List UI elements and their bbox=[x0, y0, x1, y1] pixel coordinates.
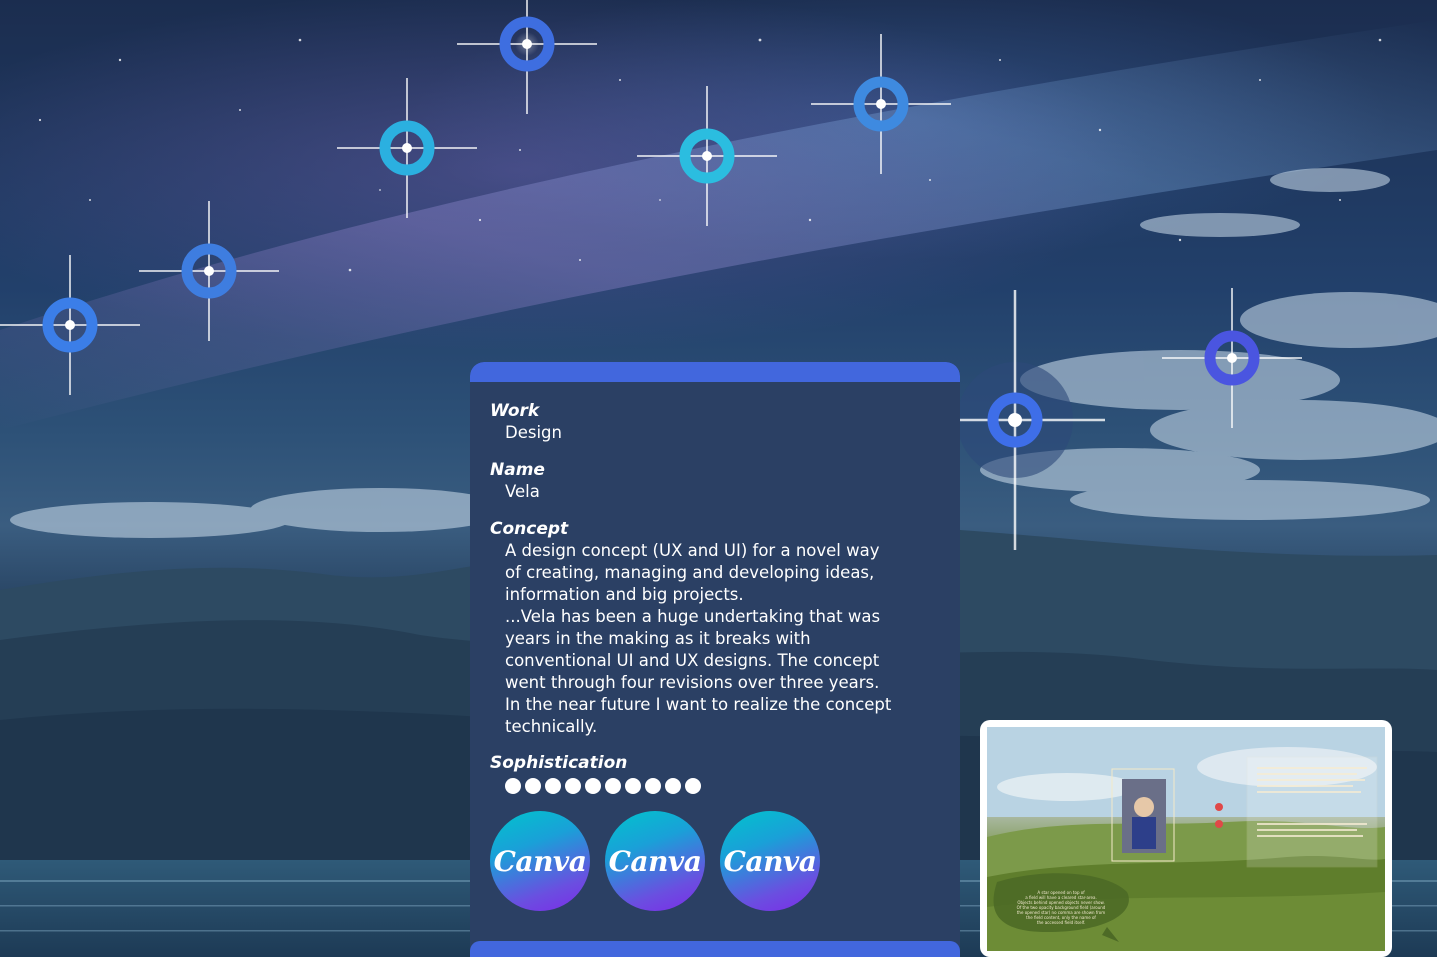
star-marker-3[interactable] bbox=[139, 201, 279, 341]
star-marker-4[interactable] bbox=[637, 86, 777, 226]
concept-label: Concept bbox=[490, 519, 569, 539]
sophistication-dot bbox=[645, 778, 661, 794]
canva-links: Canva Canva Canva bbox=[490, 811, 940, 911]
design-preview-thumbnail[interactable]: A star opened on top of a field will hav… bbox=[980, 720, 1392, 957]
project-info-card: Work Design Name Vela Concept A design c… bbox=[470, 362, 960, 957]
night-sky-background: Work Design Name Vela Concept A design c… bbox=[0, 0, 1437, 957]
sophistication-rating bbox=[505, 778, 940, 794]
work-label: Work bbox=[490, 401, 540, 421]
star-marker-2[interactable] bbox=[337, 78, 477, 218]
star-marker-6[interactable] bbox=[0, 255, 140, 395]
sophistication-label: Sophistication bbox=[490, 753, 628, 773]
preview-note-text: A star opened on top of a field will hav… bbox=[1016, 890, 1106, 925]
card-top-bar bbox=[470, 362, 960, 382]
canva-button-2[interactable]: Canva bbox=[605, 811, 705, 911]
canva-button-3[interactable]: Canva bbox=[720, 811, 820, 911]
star-marker-8[interactable] bbox=[1162, 288, 1302, 428]
canva-button-1[interactable]: Canva bbox=[490, 811, 590, 911]
name-value: Vela bbox=[505, 482, 540, 501]
sophistication-dot bbox=[665, 778, 681, 794]
sophistication-dot bbox=[605, 778, 621, 794]
card-body: Work Design Name Vela Concept A design c… bbox=[490, 400, 940, 911]
sophistication-dot bbox=[585, 778, 601, 794]
concept-value: A design concept (UX and UI) for a novel… bbox=[505, 541, 892, 736]
card-bottom-bar bbox=[470, 941, 960, 957]
star-marker-1[interactable] bbox=[457, 0, 597, 114]
sophistication-dot bbox=[525, 778, 541, 794]
sophistication-dot bbox=[505, 778, 521, 794]
preview-image: A star opened on top of a field will hav… bbox=[987, 727, 1385, 951]
sophistication-dot bbox=[565, 778, 581, 794]
sophistication-dot bbox=[625, 778, 641, 794]
sophistication-dot bbox=[685, 778, 701, 794]
sophistication-dot bbox=[545, 778, 561, 794]
name-label: Name bbox=[490, 460, 545, 480]
work-value: Design bbox=[505, 423, 562, 442]
star-marker-5[interactable] bbox=[811, 34, 951, 174]
